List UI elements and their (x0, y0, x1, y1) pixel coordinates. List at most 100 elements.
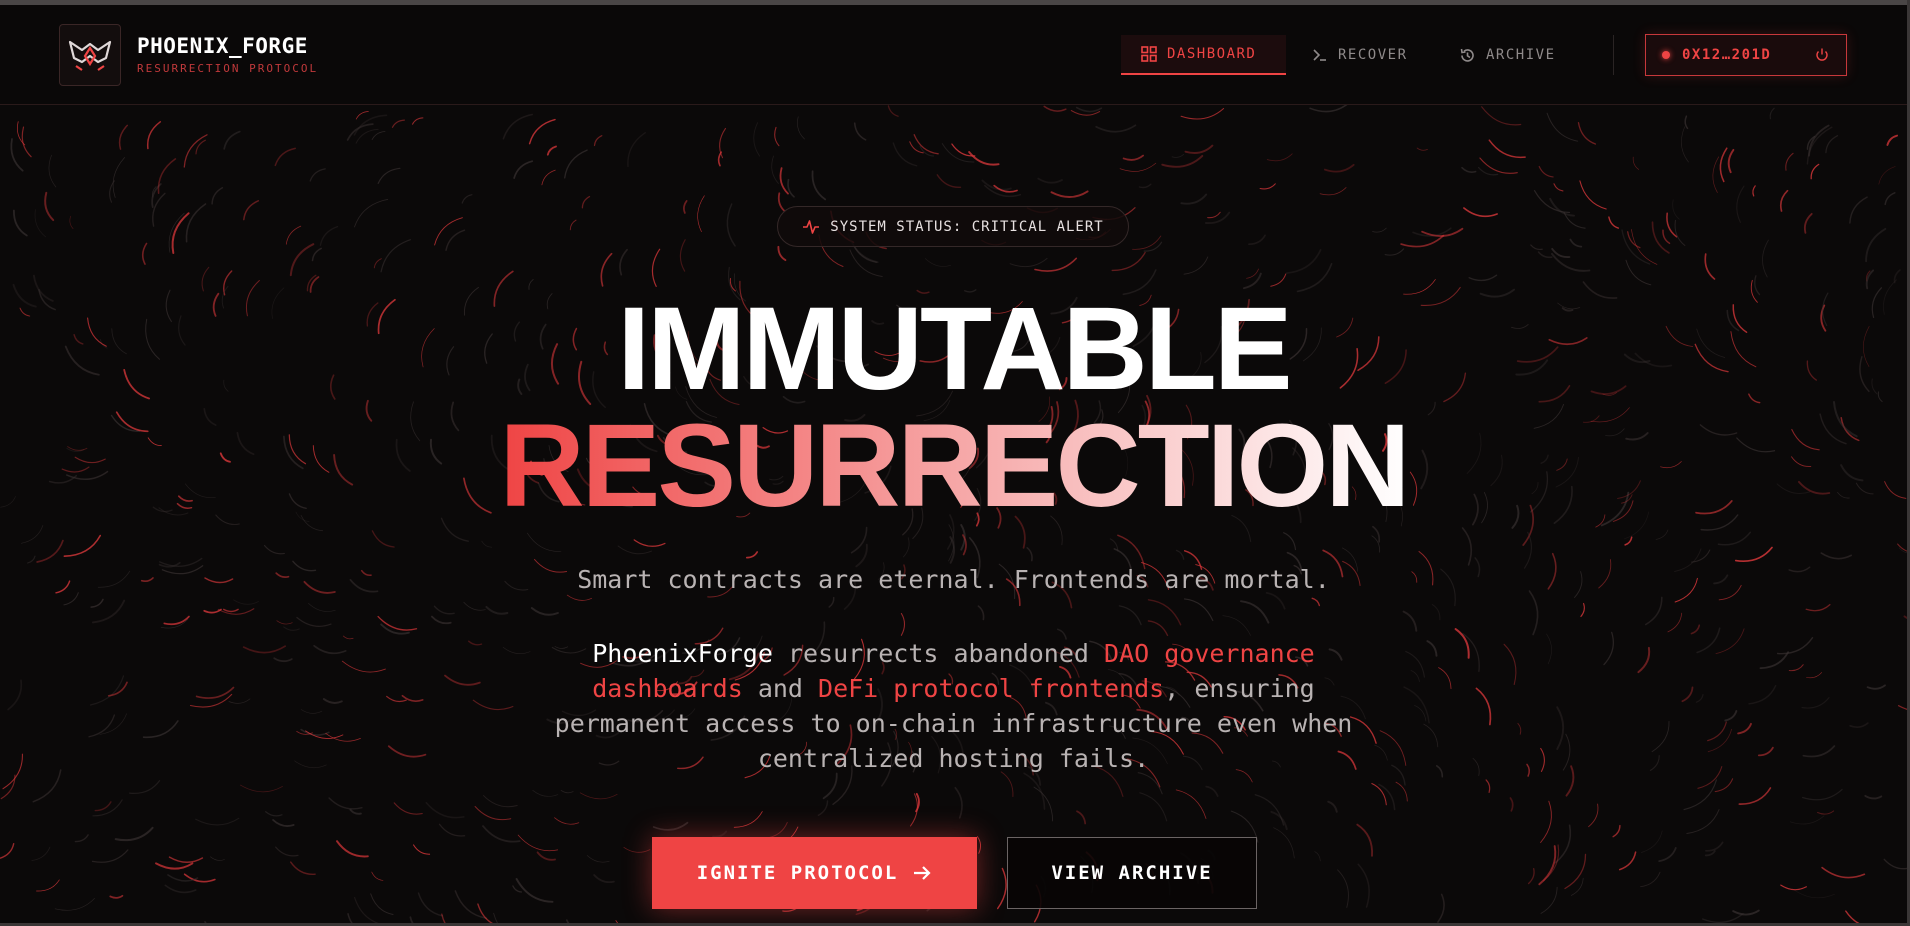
wallet-address: 0X12…201D (1682, 47, 1772, 63)
background-streak (1009, 257, 1048, 268)
background-streak (74, 834, 89, 843)
nav-archive-label: ARCHIVE (1486, 47, 1556, 63)
view-archive-button[interactable]: VIEW ARCHIVE (1007, 837, 1257, 909)
background-streak (1788, 664, 1804, 672)
background-streak (1240, 600, 1270, 624)
background-streak (387, 745, 427, 758)
background-streak (107, 681, 128, 697)
background-streak (1695, 693, 1704, 703)
background-streak (63, 592, 79, 606)
background-streak (1696, 627, 1721, 654)
brand-name: PHOENIX_FORGE (137, 34, 308, 58)
background-streak (223, 130, 241, 150)
background-streak (1117, 534, 1146, 570)
background-streak (1577, 122, 1597, 145)
background-streak (1864, 794, 1883, 800)
background-streak (774, 126, 780, 147)
background-streak (1570, 877, 1584, 896)
background-streak (354, 897, 379, 923)
power-icon[interactable] (1814, 47, 1830, 63)
background-streak (902, 537, 910, 558)
background-streak (900, 612, 906, 636)
background-streak (1111, 251, 1146, 272)
background-streak (1095, 124, 1137, 133)
background-streak (34, 209, 46, 238)
background-streak (1810, 163, 1820, 180)
background-streak (1527, 868, 1535, 885)
background-streak (502, 646, 531, 654)
background-streak (463, 601, 486, 611)
background-streak (275, 846, 299, 857)
background-streak (1528, 590, 1539, 636)
hero-tagline: Smart contracts are eternal. Frontends a… (577, 565, 1330, 594)
background-streak (1546, 112, 1579, 142)
background-streak (27, 555, 36, 564)
background-streak (377, 167, 401, 184)
background-streak (114, 826, 154, 842)
background-streak (233, 599, 259, 605)
background-streak (0, 843, 15, 859)
background-streak (263, 544, 285, 555)
background-streak (10, 138, 24, 172)
background-streak (1537, 251, 1553, 259)
grid-icon (1141, 46, 1157, 62)
background-streak (1384, 248, 1405, 256)
background-streak (726, 203, 736, 247)
brand-logo[interactable] (59, 24, 121, 86)
background-streak (1802, 745, 1836, 758)
wallet-button[interactable]: 0X12…201D (1645, 34, 1847, 76)
background-streak (1435, 765, 1444, 778)
nav-dashboard-label: DASHBOARD (1167, 46, 1257, 62)
nav-divider (1613, 35, 1614, 75)
nav-recover-label: RECOVER (1338, 47, 1408, 63)
background-streak (1712, 156, 1720, 193)
hero-description: PhoenixForge resurrects abandoned DAO go… (540, 636, 1367, 776)
background-streak (274, 147, 296, 167)
background-streak (1717, 531, 1752, 546)
background-streak (1732, 909, 1760, 916)
background-streak (1205, 785, 1219, 797)
background-streak (1477, 166, 1499, 176)
background-streak (347, 913, 353, 923)
background-streak (454, 890, 488, 920)
background-streak (1180, 193, 1208, 205)
ignite-protocol-button[interactable]: IGNITE PROTOCOL (652, 837, 977, 909)
background-streak (391, 119, 405, 128)
background-streak (1769, 107, 1775, 120)
background-streak (468, 640, 483, 646)
background-streak (683, 200, 688, 214)
background-streak (1651, 221, 1670, 254)
background-streak (919, 145, 935, 157)
background-streak (1479, 157, 1518, 174)
background-streak (515, 878, 554, 903)
nav-archive[interactable]: ARCHIVE (1459, 35, 1556, 75)
background-streak (1122, 154, 1144, 161)
background-streak (48, 154, 57, 188)
background-streak (1707, 728, 1733, 753)
background-streak (1175, 789, 1207, 819)
background-streak (1690, 624, 1701, 635)
background-streak (265, 811, 283, 817)
nav-dashboard[interactable]: DASHBOARD (1121, 35, 1286, 75)
background-streak (1139, 792, 1168, 822)
background-streak (1625, 259, 1652, 286)
background-streak (13, 209, 28, 237)
background-streak (1037, 177, 1063, 184)
background-streak (129, 780, 161, 794)
background-streak (853, 122, 867, 141)
background-streak (753, 122, 761, 157)
background-streak (593, 135, 603, 147)
background-streak (195, 139, 206, 155)
background-streak (512, 885, 523, 893)
background-streak (652, 821, 689, 831)
background-streak (1649, 755, 1660, 771)
background-streak (434, 217, 463, 246)
background-streak (771, 155, 779, 184)
background-streak (1118, 605, 1142, 626)
nav-recover[interactable]: RECOVER (1312, 35, 1408, 75)
background-streak (1372, 227, 1387, 233)
background-streak (1171, 153, 1185, 158)
background-streak (623, 847, 651, 853)
background-streak (283, 626, 300, 631)
background-streak (532, 789, 559, 797)
